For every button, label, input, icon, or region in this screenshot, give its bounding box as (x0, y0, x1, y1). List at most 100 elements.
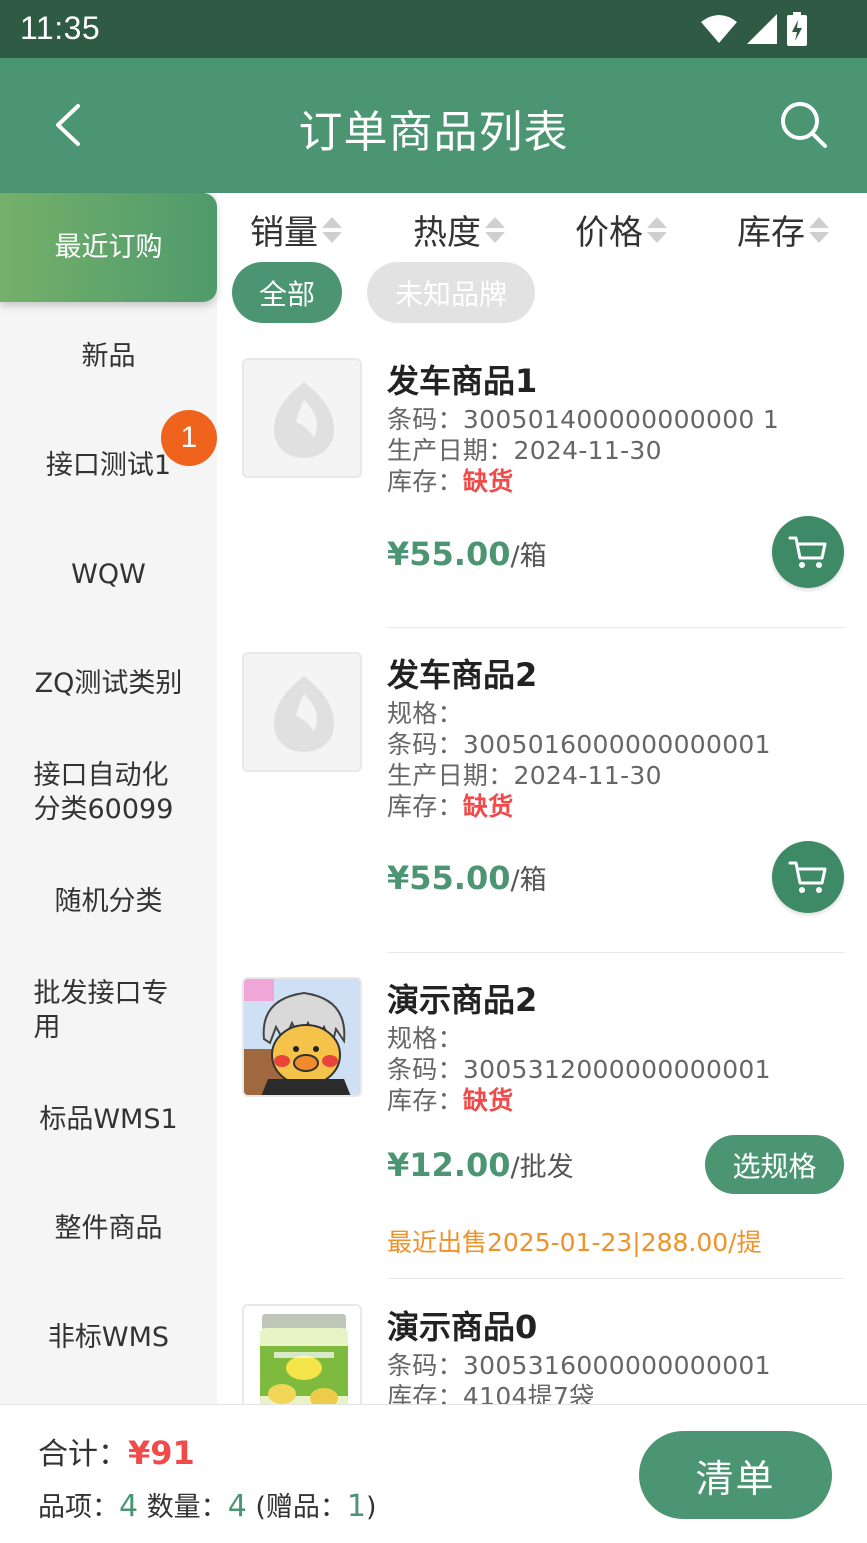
total-label: 合计： (38, 1437, 128, 1472)
sidebar-item-whole[interactable]: 整件商品 (0, 1174, 217, 1283)
sidebar-item-zq-test[interactable]: ZQ测试类别 (0, 629, 217, 738)
sidebar-item-label: 标品WMS1 (39, 1103, 178, 1135)
sidebar-item-wqw[interactable]: WQW (0, 520, 217, 629)
total-summary: 合计：¥91 (38, 1429, 195, 1473)
barcode-value: 3005312000000000001 (462, 1055, 771, 1084)
sidebar-item-label: 最近订购 (54, 231, 163, 263)
date-label: 生产日期： (387, 436, 514, 465)
sidebar-item-wholesale[interactable]: 批发接口专用 (0, 956, 217, 1065)
sort-stock[interactable]: 库存 (737, 205, 829, 254)
sort-arrows-icon (322, 216, 342, 243)
product-card[interactable]: 演示商品2 规格： 条码：3005312000000000001 库存：缺货 ¥… (217, 977, 867, 1279)
sort-arrows-icon (647, 216, 667, 243)
stock-label: 库存： (387, 1086, 463, 1115)
sort-price[interactable]: 价格 (575, 205, 667, 254)
sidebar-item-new[interactable]: 新品 (0, 302, 217, 411)
price-value: ¥12.00 (387, 1146, 511, 1184)
category-sidebar: 最近订购 新品 接口测试1 WQW ZQ测试类别 接口自动化分类60099 随机… (0, 193, 217, 1405)
gift-close: ) (366, 1492, 377, 1523)
product-card[interactable]: 演示商品0 条码：3005316000000000001 库存：4104提7袋 (217, 1304, 867, 1404)
sidebar-item-random[interactable]: 随机分类 (0, 847, 217, 956)
barcode-value: 3005316000000000001 (462, 1351, 771, 1380)
product-stock: 库存：缺货 (387, 466, 845, 497)
price-unit: /批发 (510, 1152, 574, 1183)
app-header: 订单商品列表 (0, 58, 867, 193)
sort-stock-label: 库存 (737, 213, 805, 253)
barcode-label: 条码： (387, 1055, 463, 1084)
price-unit: /箱 (510, 541, 547, 572)
product-barcode: 条码：3005316000000000001 (387, 1350, 845, 1381)
product-placeholder-image (242, 358, 362, 478)
count-summary: 品项：4 数量：4 (赠品：1) (38, 1485, 377, 1524)
sidebar-item-label: 随机分类 (54, 885, 163, 917)
product-info: 发车商品1 条码：300501400000000000 1 生产日期：2024-… (387, 358, 845, 497)
divider (387, 952, 845, 953)
add-to-cart-button[interactable] (772, 841, 844, 913)
snack-jar-image (244, 1306, 360, 1404)
sort-bar: 销量 热度 价格 库存 (217, 193, 867, 261)
brand-chip-unknown[interactable]: 未知品牌 (367, 262, 535, 323)
sidebar-item-label: 接口自动化分类60099 (33, 759, 174, 825)
search-icon[interactable] (779, 100, 829, 150)
sort-arrows-icon (485, 216, 505, 243)
product-stock: 库存：缺货 (387, 1085, 845, 1116)
stock-label: 库存： (387, 792, 463, 821)
sidebar-item-nonstd-wms[interactable]: 非标WMS (0, 1283, 217, 1392)
recent-sale-info: 最近出售2025-01-23|288.00/提 (387, 1228, 762, 1257)
sort-price-label: 价格 (575, 213, 643, 253)
barcode-value: 3005016000000000001 (462, 730, 771, 759)
page-title: 订单商品列表 (298, 107, 569, 158)
status-time: 11:35 (20, 10, 101, 46)
sidebar-item-api-auto[interactable]: 接口自动化分类60099 (0, 738, 217, 847)
product-date: 生产日期：2024-11-30 (387, 760, 845, 791)
signal-icon (747, 14, 777, 44)
items-label: 品项： (38, 1492, 119, 1523)
cart-icon (788, 861, 827, 893)
sort-arrows-icon (809, 216, 829, 243)
product-image-jar (242, 1304, 362, 1404)
price-value: ¥55.00 (387, 859, 511, 897)
divider (387, 627, 845, 628)
choose-spec-button[interactable]: 选规格 (705, 1135, 844, 1194)
price-value: ¥55.00 (387, 535, 511, 573)
price-unit: /箱 (510, 865, 547, 896)
product-card[interactable]: 发车商品1 条码：300501400000000000 1 生产日期：2024-… (217, 358, 867, 628)
product-date: 生产日期：2024-11-30 (387, 435, 845, 466)
product-image-cartoon (242, 977, 362, 1097)
barcode-label: 条码： (387, 730, 463, 759)
brand-chip-all[interactable]: 全部 (232, 262, 342, 323)
product-info: 演示商品2 规格： 条码：3005312000000000001 库存：缺货 (387, 977, 845, 1116)
leaf-logo-icon (274, 382, 334, 458)
product-card[interactable]: 发车商品2 规格： 条码：3005016000000000001 生产日期：20… (217, 652, 867, 953)
product-spec: 规格： (387, 1024, 463, 1053)
sidebar-item-label: WQW (71, 558, 146, 590)
qty-count: 4 (227, 1489, 247, 1524)
product-name: 演示商品0 (387, 1308, 538, 1346)
product-spec: 规格： (387, 699, 463, 728)
product-barcode: 条码：3005016000000000001 (387, 729, 845, 760)
product-price: ¥55.00/箱 (387, 858, 547, 897)
cartoon-avatar-image (244, 979, 360, 1095)
sidebar-item-wms1[interactable]: 标品WMS1 (0, 1065, 217, 1174)
sort-heat-label: 热度 (413, 213, 481, 253)
items-count: 4 (119, 1489, 139, 1524)
status-bar: 11:35 (0, 0, 867, 58)
add-to-cart-button[interactable] (772, 516, 844, 588)
sidebar-item-label: 整件商品 (54, 1212, 163, 1244)
product-name: 发车商品2 (387, 656, 538, 694)
product-info: 演示商品0 条码：3005316000000000001 库存：4104提7袋 (387, 1304, 845, 1404)
sort-sales-label: 销量 (250, 213, 318, 253)
order-list-button[interactable]: 清单 (639, 1431, 832, 1519)
total-amount: ¥91 (128, 1434, 195, 1472)
stock-label: 库存： (387, 467, 463, 496)
product-stock: 库存：4104提7袋 (387, 1381, 845, 1404)
stock-value: 缺货 (462, 1086, 514, 1115)
date-label: 生产日期： (387, 761, 514, 790)
barcode-label: 条码： (387, 405, 463, 434)
sort-sales[interactable]: 销量 (250, 205, 342, 254)
sidebar-item-recent[interactable]: 最近订购 (0, 193, 217, 302)
cart-summary-bar: 合计：¥91 品项：4 数量：4 (赠品：1) 清单 (0, 1404, 867, 1543)
stock-label: 库存： (387, 1382, 463, 1404)
sort-heat[interactable]: 热度 (413, 205, 505, 254)
gift-label: (赠品： (255, 1492, 347, 1523)
